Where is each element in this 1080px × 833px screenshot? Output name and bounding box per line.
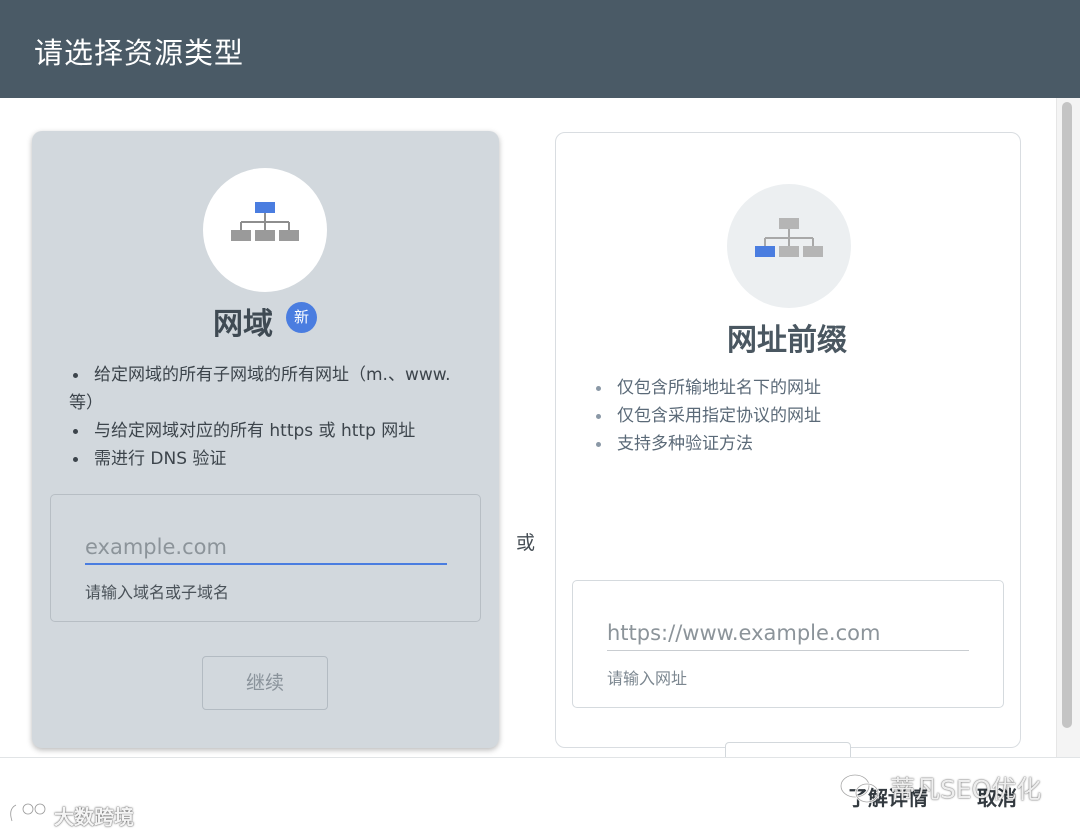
watermark-right-text: 蒂凡SEO优化 — [890, 775, 1042, 804]
dialog-title: 请选择资源类型 — [34, 36, 245, 70]
sitemap-icon — [231, 202, 299, 241]
domain-continue-button[interactable]: 继续 — [202, 656, 328, 710]
dialog-header: 请选择资源类型 — [0, 0, 1080, 98]
url-input-box: 请输入网址 — [572, 580, 1004, 708]
url-input[interactable] — [607, 615, 969, 651]
watermark-left-text: 大数跨境 — [54, 805, 134, 829]
sitemap-icon — [755, 218, 823, 257]
domain-input[interactable] — [85, 531, 447, 565]
or-separator: 或 — [516, 532, 536, 554]
wechat-icon — [839, 773, 880, 804]
brand-logo-icon — [9, 802, 47, 822]
url-prefix-icon-circle — [727, 184, 851, 308]
domain-feature-item: 给定网域的所有子网域的所有网址（m.、www. 等） — [69, 361, 464, 417]
scrollbar-thumb[interactable] — [1062, 102, 1072, 728]
domain-property-card[interactable]: 网域 新 给定网域的所有子网域的所有网址（m.、www. 等） 与给定网域对应的… — [32, 131, 499, 748]
domain-feature-item: 需进行 DNS 验证 — [69, 445, 464, 473]
dialog-body: 网域 新 给定网域的所有子网域的所有网址（m.、www. 等） 与给定网域对应的… — [0, 98, 1056, 796]
domain-feature-list: 给定网域的所有子网域的所有网址（m.、www. 等） 与给定网域对应的所有 ht… — [69, 361, 464, 473]
url-prefix-feature-item: 仅包含采用指定协议的网址 — [592, 402, 992, 430]
dialog-scrollbar[interactable] — [1056, 98, 1080, 757]
url-prefix-card-title: 网址前缀 — [727, 323, 847, 358]
domain-input-box: 请输入域名或子域名 — [50, 494, 481, 622]
new-badge: 新 — [286, 302, 317, 333]
watermark-right: 蒂凡SEO优化 — [838, 770, 1058, 806]
domain-icon-circle — [203, 168, 327, 292]
url-prefix-feature-item: 仅包含所输地址名下的网址 — [592, 374, 992, 402]
resource-type-dialog: 请选择资源类型 网域 新 给定网域的所有子网域的所有网址（m.、www. 等） … — [0, 0, 1080, 833]
url-prefix-feature-list: 仅包含所输地址名下的网址 仅包含采用指定协议的网址 支持多种验证方法 — [592, 374, 992, 458]
url-prefix-feature-item: 支持多种验证方法 — [592, 430, 992, 458]
domain-feature-item: 与给定网域对应的所有 https 或 http 网址 — [69, 417, 464, 445]
url-input-helper: 请输入网址 — [607, 669, 688, 688]
url-prefix-property-card[interactable]: 网址前缀 仅包含所输地址名下的网址 仅包含采用指定协议的网址 支持多种验证方法 … — [555, 132, 1021, 796]
domain-input-helper: 请输入域名或子域名 — [85, 583, 230, 602]
domain-card-title: 网域 — [213, 307, 273, 342]
